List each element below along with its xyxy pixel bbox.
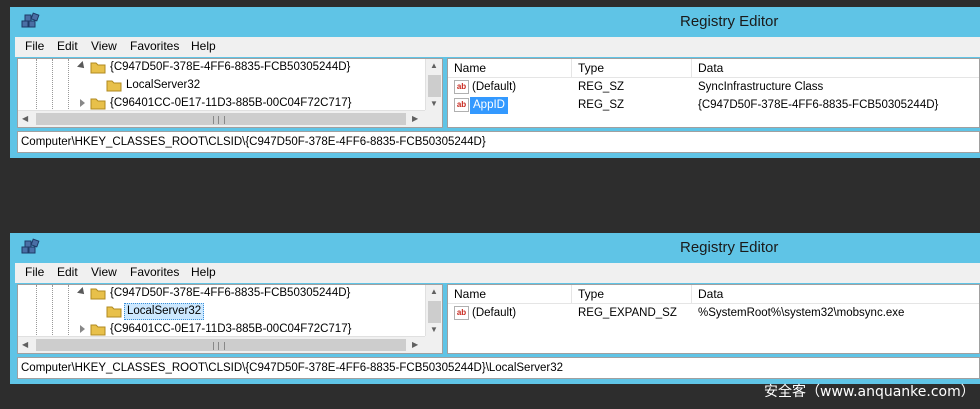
expand-arrow-icon[interactable] bbox=[80, 325, 85, 333]
menu-edit[interactable]: Edit bbox=[57, 39, 78, 53]
watermark: 安全客（www.anquanke.com） bbox=[764, 384, 975, 400]
tree-item[interactable]: {C947D50F-378E-4FF6-8835-FCB50305244D} bbox=[18, 59, 426, 77]
column-header-type[interactable]: Type bbox=[572, 285, 692, 304]
scroll-right-arrow-icon[interactable]: ▶ bbox=[412, 340, 418, 349]
value-type: REG_SZ bbox=[578, 81, 625, 93]
value-row[interactable]: ab (Default) REG_SZ SyncInfrastructure C… bbox=[448, 79, 979, 97]
tree-item[interactable]: {C947D50F-378E-4FF6-8835-FCB50305244D} bbox=[18, 285, 426, 303]
column-header-name[interactable]: Name bbox=[448, 59, 572, 78]
menu-favorites[interactable]: Favorites bbox=[130, 39, 179, 53]
menu-help[interactable]: Help bbox=[191, 265, 216, 279]
regedit-icon bbox=[21, 12, 40, 28]
key-tree[interactable]: {C947D50F-378E-4FF6-8835-FCB50305244D} L… bbox=[17, 284, 443, 354]
tree-horizontal-scrollbar[interactable]: ◀ ▶ bbox=[18, 336, 426, 353]
tree-item-label: {C947D50F-378E-4FF6-8835-FCB50305244D} bbox=[110, 287, 351, 299]
menu-help[interactable]: Help bbox=[191, 39, 216, 53]
menu-edit[interactable]: Edit bbox=[57, 265, 78, 279]
menu-view[interactable]: View bbox=[91, 39, 117, 53]
value-name: AppID bbox=[470, 97, 508, 114]
menu-bar: File Edit View Favorites Help bbox=[15, 37, 980, 57]
scroll-corner bbox=[425, 110, 442, 127]
column-header-data[interactable]: Data bbox=[692, 285, 979, 304]
tree-vertical-scrollbar[interactable]: ▲ ▼ bbox=[425, 285, 442, 337]
tree-item-selected[interactable]: LocalServer32 bbox=[18, 303, 426, 321]
tree-horizontal-scrollbar[interactable]: ◀ ▶ bbox=[18, 110, 426, 127]
folder-icon bbox=[90, 324, 106, 336]
column-header-type[interactable]: Type bbox=[572, 59, 692, 78]
scroll-thumb[interactable] bbox=[36, 339, 406, 351]
scroll-grip-icon bbox=[213, 342, 225, 350]
folder-open-icon bbox=[90, 288, 106, 300]
value-row-selected[interactable]: ab AppID REG_SZ {C947D50F-378E-4FF6-8835… bbox=[448, 97, 979, 115]
string-value-icon: ab bbox=[454, 98, 469, 112]
scroll-up-arrow-icon[interactable]: ▲ bbox=[430, 61, 438, 70]
column-header-data[interactable]: Data bbox=[692, 59, 979, 78]
value-data: SyncInfrastructure Class bbox=[698, 81, 824, 93]
scroll-corner bbox=[425, 336, 442, 353]
expand-arrow-icon[interactable] bbox=[80, 99, 85, 107]
scroll-left-arrow-icon[interactable]: ◀ bbox=[22, 114, 28, 123]
title-bar[interactable]: Registry Editor bbox=[10, 233, 980, 263]
tree-vertical-scrollbar[interactable]: ▲ ▼ bbox=[425, 59, 442, 111]
collapse-arrow-icon[interactable] bbox=[77, 287, 87, 297]
value-data: {C947D50F-378E-4FF6-8835-FCB50305244D} bbox=[698, 99, 939, 111]
tree-item-label: LocalServer32 bbox=[124, 303, 205, 320]
tree-item-label: {C96401CC-0E17-11D3-885B-00C04F72C717} bbox=[110, 323, 352, 335]
string-value-icon: ab bbox=[454, 306, 469, 320]
value-name: (Default) bbox=[472, 81, 517, 93]
scroll-thumb[interactable] bbox=[428, 75, 441, 97]
value-row[interactable]: ab (Default) REG_EXPAND_SZ %SystemRoot%\… bbox=[448, 305, 979, 323]
tree-item-label: {C96401CC-0E17-11D3-885B-00C04F72C717} bbox=[110, 97, 352, 109]
scroll-left-arrow-icon[interactable]: ◀ bbox=[22, 340, 28, 349]
value-list[interactable]: Name Type Data ab (Default) REG_SZ SyncI… bbox=[447, 58, 980, 128]
tree-item-label: {C947D50F-378E-4FF6-8835-FCB50305244D} bbox=[110, 61, 351, 73]
scroll-down-arrow-icon[interactable]: ▼ bbox=[430, 99, 438, 108]
folder-open-icon bbox=[90, 62, 106, 74]
scroll-up-arrow-icon[interactable]: ▲ bbox=[430, 287, 438, 296]
tree-item-label: LocalServer32 bbox=[126, 79, 201, 91]
status-bar-path: Computer\HKEY_CLASSES_ROOT\CLSID\{C947D5… bbox=[17, 131, 980, 153]
registry-editor-window-2: Registry Editor File Edit View Favorites… bbox=[10, 233, 980, 384]
value-type: REG_SZ bbox=[578, 99, 625, 111]
column-header-name[interactable]: Name bbox=[448, 285, 572, 304]
tree-item[interactable]: LocalServer32 bbox=[18, 77, 426, 95]
window-title: Registry Editor bbox=[680, 13, 779, 30]
value-type: REG_EXPAND_SZ bbox=[578, 307, 677, 319]
value-name: (Default) bbox=[472, 307, 517, 319]
menu-file[interactable]: File bbox=[25, 265, 44, 279]
folder-icon bbox=[106, 80, 122, 92]
scroll-right-arrow-icon[interactable]: ▶ bbox=[412, 114, 418, 123]
value-data: %SystemRoot%\system32\mobsync.exe bbox=[698, 307, 905, 319]
string-value-icon: ab bbox=[454, 80, 469, 94]
menu-bar: File Edit View Favorites Help bbox=[15, 263, 980, 283]
status-bar-path: Computer\HKEY_CLASSES_ROOT\CLSID\{C947D5… bbox=[17, 357, 980, 379]
registry-editor-window-1: Registry Editor File Edit View Favorites… bbox=[10, 7, 980, 158]
title-bar[interactable]: Registry Editor bbox=[10, 7, 980, 37]
menu-view[interactable]: View bbox=[91, 265, 117, 279]
window-title: Registry Editor bbox=[680, 239, 779, 256]
menu-file[interactable]: File bbox=[25, 39, 44, 53]
menu-favorites[interactable]: Favorites bbox=[130, 265, 179, 279]
scroll-thumb[interactable] bbox=[428, 301, 441, 323]
scroll-down-arrow-icon[interactable]: ▼ bbox=[430, 325, 438, 334]
scroll-thumb[interactable] bbox=[36, 113, 406, 125]
scroll-grip-icon bbox=[213, 116, 225, 124]
folder-icon bbox=[90, 98, 106, 110]
value-list[interactable]: Name Type Data ab (Default) REG_EXPAND_S… bbox=[447, 284, 980, 354]
collapse-arrow-icon[interactable] bbox=[77, 61, 87, 71]
folder-icon bbox=[106, 306, 122, 318]
regedit-icon bbox=[21, 238, 40, 254]
key-tree[interactable]: {C947D50F-378E-4FF6-8835-FCB50305244D} L… bbox=[17, 58, 443, 128]
